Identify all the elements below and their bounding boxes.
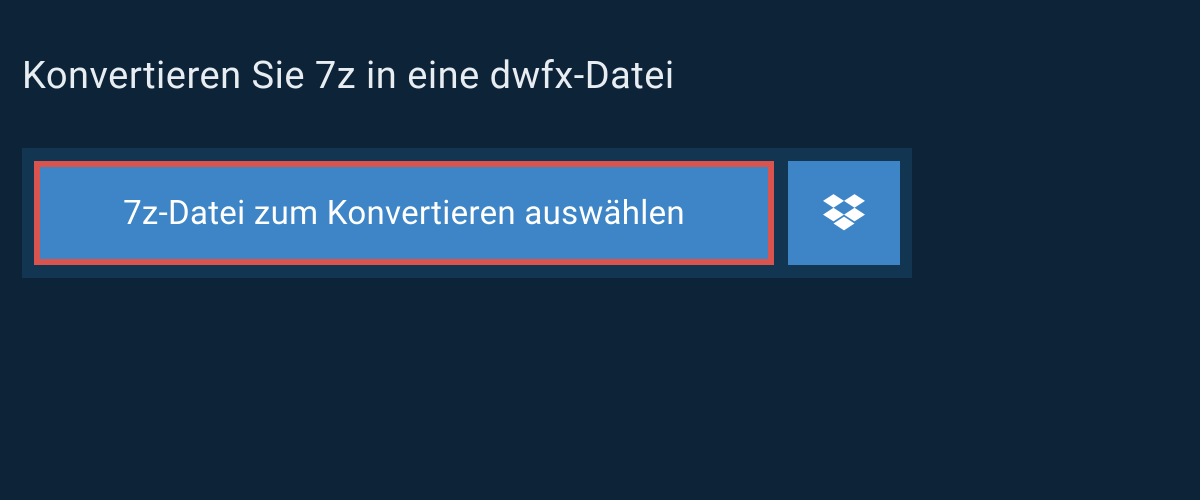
- heading-container: Konvertieren Sie 7z in eine dwfx-Datei: [22, 42, 703, 116]
- dropbox-icon: [823, 194, 865, 232]
- page-title: Konvertieren Sie 7z in eine dwfx-Datei: [22, 54, 675, 98]
- select-file-button[interactable]: 7z-Datei zum Konvertieren auswählen: [34, 161, 774, 265]
- select-file-label: 7z-Datei zum Konvertieren auswählen: [123, 194, 685, 233]
- upload-panel: 7z-Datei zum Konvertieren auswählen: [22, 148, 912, 278]
- dropbox-button[interactable]: [788, 161, 900, 265]
